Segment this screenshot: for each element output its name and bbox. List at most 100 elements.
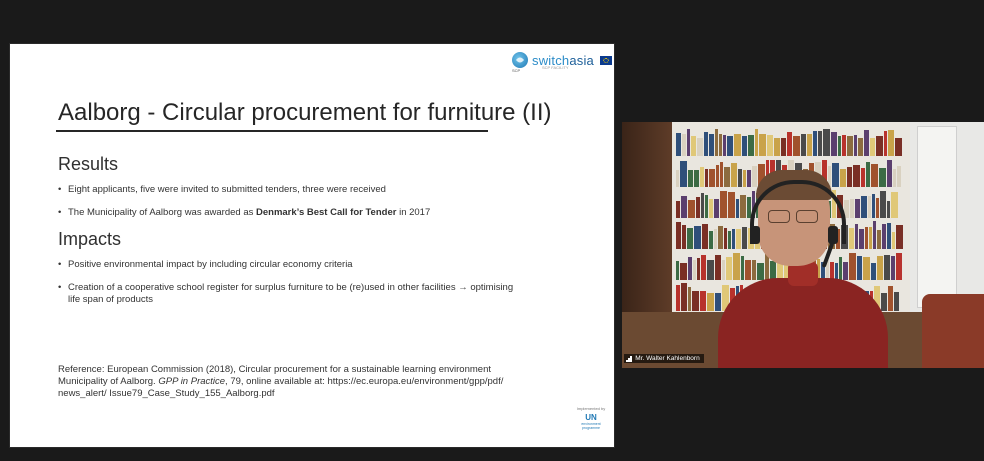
book bbox=[752, 166, 757, 187]
book bbox=[742, 135, 747, 156]
book bbox=[676, 170, 679, 187]
book bbox=[855, 223, 858, 249]
book bbox=[743, 169, 746, 187]
book bbox=[697, 138, 703, 156]
book bbox=[876, 136, 883, 156]
book bbox=[682, 225, 686, 249]
book bbox=[876, 197, 879, 218]
book bbox=[823, 128, 830, 156]
book bbox=[734, 134, 741, 156]
book bbox=[748, 135, 754, 156]
book bbox=[818, 130, 822, 156]
book bbox=[681, 196, 687, 218]
book bbox=[726, 256, 732, 280]
book bbox=[709, 169, 715, 187]
signal-icon bbox=[626, 355, 632, 362]
book bbox=[676, 261, 679, 280]
book bbox=[877, 229, 881, 249]
participant-name-label: Mr. Walter Kahlenborn bbox=[624, 354, 704, 363]
book bbox=[861, 195, 867, 218]
book bbox=[732, 228, 735, 249]
book bbox=[832, 162, 839, 187]
book bbox=[839, 256, 842, 280]
book bbox=[884, 255, 890, 280]
white-door bbox=[917, 126, 957, 308]
book bbox=[701, 255, 706, 280]
book bbox=[888, 129, 894, 156]
book bbox=[853, 164, 860, 187]
book bbox=[873, 221, 876, 249]
participant-video-tile[interactable] bbox=[622, 122, 984, 368]
book bbox=[676, 284, 680, 311]
book bbox=[720, 161, 723, 187]
book bbox=[692, 291, 699, 311]
book bbox=[894, 292, 899, 311]
logo-sub-label: SCP bbox=[512, 68, 521, 73]
book bbox=[774, 137, 780, 156]
book bbox=[715, 292, 721, 311]
book bbox=[693, 260, 696, 280]
book bbox=[887, 222, 891, 249]
title-underline bbox=[56, 130, 488, 132]
book bbox=[701, 193, 704, 218]
book bbox=[847, 166, 852, 187]
book bbox=[864, 129, 869, 156]
book bbox=[793, 135, 800, 156]
book bbox=[781, 138, 786, 156]
book bbox=[728, 192, 735, 218]
sofa bbox=[922, 294, 984, 368]
book bbox=[858, 138, 863, 156]
book bbox=[868, 195, 871, 218]
book bbox=[705, 168, 708, 187]
book bbox=[891, 191, 898, 218]
book bbox=[752, 259, 756, 280]
book bbox=[704, 131, 708, 156]
book bbox=[687, 129, 690, 156]
book bbox=[838, 135, 841, 156]
book bbox=[888, 285, 893, 311]
book bbox=[857, 256, 862, 280]
book bbox=[807, 134, 812, 156]
book bbox=[887, 201, 890, 218]
book bbox=[728, 230, 731, 249]
shared-slide: SCP switchasia SCP FACILITY Aalborg - Ci… bbox=[10, 44, 614, 447]
book bbox=[696, 197, 700, 218]
book bbox=[709, 231, 713, 249]
book bbox=[849, 252, 856, 280]
book bbox=[722, 259, 725, 280]
book bbox=[842, 135, 846, 156]
book bbox=[740, 194, 746, 218]
book bbox=[715, 255, 721, 280]
book bbox=[733, 253, 740, 280]
book bbox=[688, 200, 695, 218]
book bbox=[738, 169, 742, 187]
book bbox=[871, 262, 876, 280]
book bbox=[757, 263, 764, 280]
book bbox=[813, 131, 817, 156]
book bbox=[755, 128, 758, 156]
book bbox=[879, 168, 886, 187]
book bbox=[870, 137, 875, 156]
book bbox=[854, 135, 857, 156]
impacts-heading: Impacts bbox=[58, 229, 122, 249]
book bbox=[694, 225, 701, 249]
un-environment-logo: UN bbox=[585, 413, 597, 422]
book bbox=[896, 224, 903, 249]
book bbox=[702, 224, 708, 249]
book bbox=[707, 259, 714, 280]
book bbox=[705, 195, 708, 218]
book bbox=[849, 228, 854, 249]
book bbox=[831, 132, 837, 156]
book bbox=[747, 169, 751, 187]
book bbox=[801, 134, 806, 156]
book bbox=[680, 160, 687, 187]
book bbox=[694, 169, 699, 187]
book bbox=[719, 134, 722, 156]
book bbox=[893, 168, 896, 187]
person-sweater bbox=[718, 278, 888, 368]
globe-icon bbox=[512, 52, 528, 68]
book bbox=[861, 168, 865, 187]
results-bullet-2: • The Municipality of Aalborg was awarded… bbox=[58, 207, 431, 218]
book bbox=[688, 257, 692, 280]
book bbox=[724, 166, 730, 187]
